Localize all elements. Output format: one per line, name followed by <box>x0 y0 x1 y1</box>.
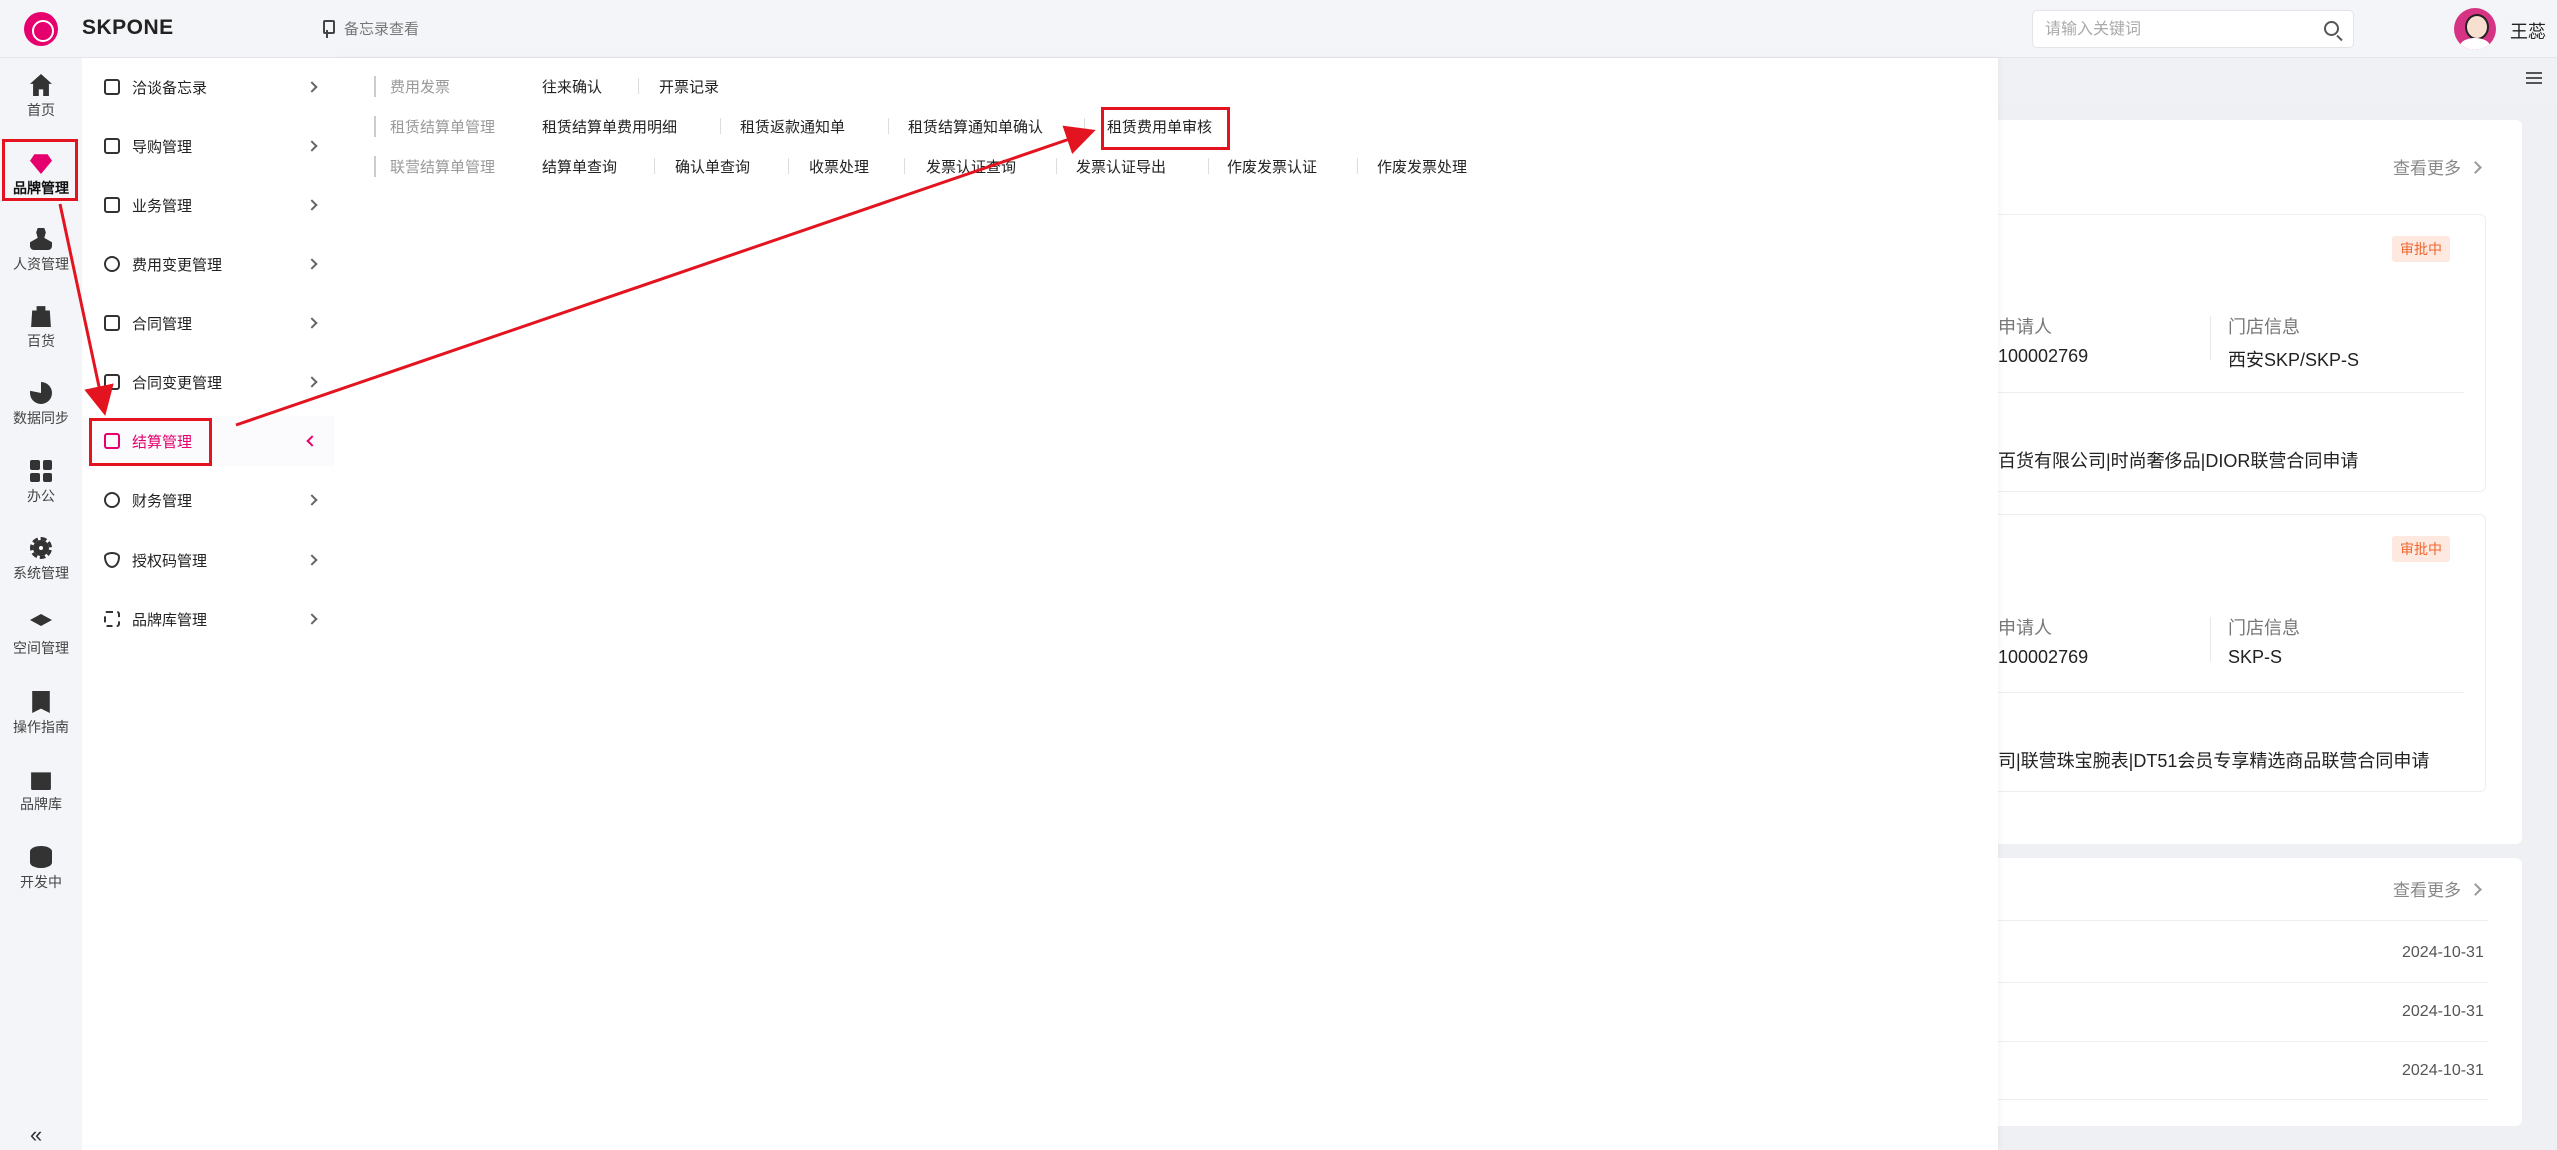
arrow-to-lease-fee-review <box>235 125 1096 427</box>
arrow-to-settlement <box>58 203 114 416</box>
annotation-arrows <box>58 125 1096 427</box>
